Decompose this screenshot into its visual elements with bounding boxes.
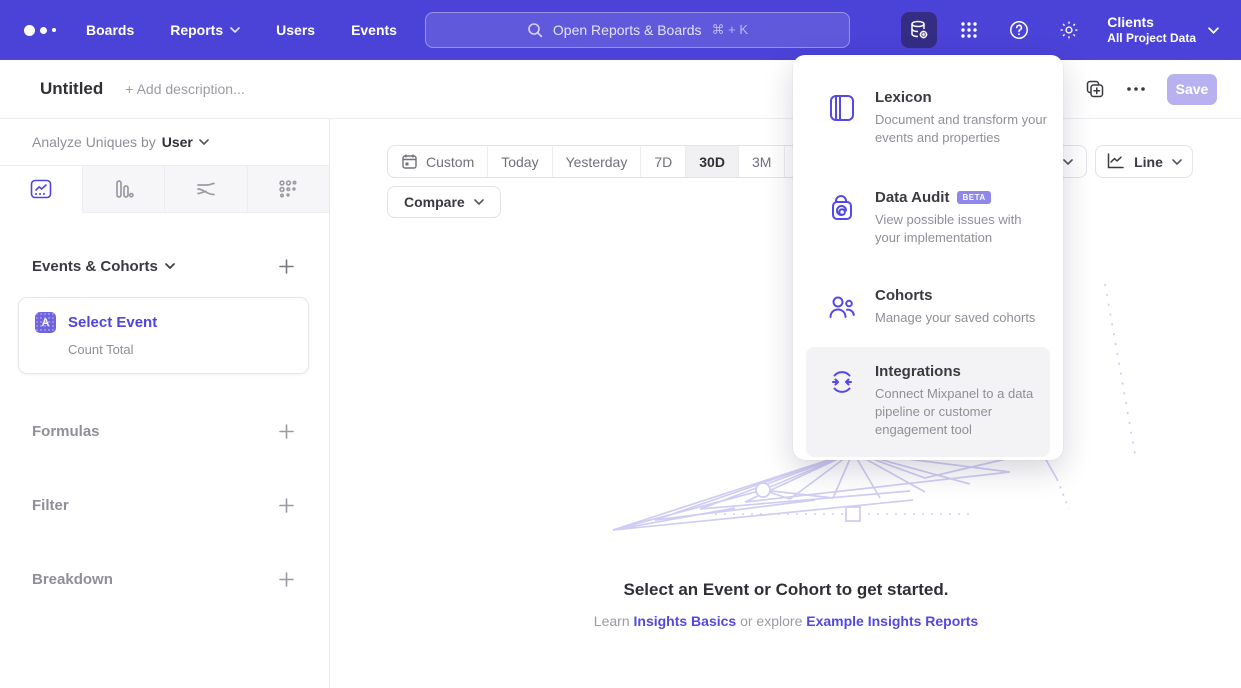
chevron-down-icon — [1208, 27, 1219, 34]
date-7d[interactable]: 7D — [641, 146, 686, 177]
report-description-placeholder[interactable]: + Add description... — [125, 81, 244, 97]
project-scope: All Project Data — [1107, 31, 1196, 46]
chart-area: Custom Today Yesterday 7D 30D 3M 6M Comp… — [331, 119, 1241, 688]
search-icon — [527, 22, 543, 38]
empty-state-title: Select an Event or Cohort to get started… — [331, 580, 1241, 600]
menu-item-cohorts[interactable]: Cohorts Manage your saved cohorts — [806, 279, 1050, 335]
question-circle-icon — [1008, 19, 1030, 41]
cohorts-people-icon — [809, 287, 875, 322]
top-navbar: Boards Reports Users Events Open Reports… — [0, 0, 1241, 60]
data-management-menu: Lexicon Document and transform your even… — [793, 55, 1063, 460]
date-custom[interactable]: Custom — [388, 146, 488, 177]
search-placeholder: Open Reports & Boards — [553, 22, 702, 38]
flows-icon — [193, 177, 219, 201]
filter-label: Filter — [32, 497, 69, 514]
grid-dots-icon — [959, 20, 979, 40]
beta-badge: BETA — [957, 191, 990, 204]
add-breakdown-button[interactable] — [275, 568, 297, 590]
insights-basics-link[interactable]: Insights Basics — [634, 613, 737, 629]
line-style-icon — [1106, 153, 1125, 170]
tab-bar-chart[interactable] — [83, 166, 166, 213]
formulas-label: Formulas — [32, 423, 100, 440]
help-button[interactable] — [1001, 12, 1037, 48]
analyze-row: Analyze Uniques by User — [0, 119, 329, 166]
date-3m[interactable]: 3M — [739, 146, 785, 177]
nav-events[interactable]: Events — [351, 22, 397, 38]
project-name: Clients — [1107, 14, 1196, 32]
breakdown-section: Breakdown — [0, 568, 329, 590]
apps-grid-button[interactable] — [951, 12, 987, 48]
event-series-badge: A — [35, 312, 56, 333]
menu-item-integrations[interactable]: Integrations Connect Mixpanel to a data … — [806, 347, 1050, 457]
gear-icon — [1058, 19, 1080, 41]
duplicate-icon — [1085, 79, 1105, 99]
mixpanel-logo[interactable] — [24, 0, 56, 60]
date-range-control: Custom Today Yesterday 7D 30D 3M 6M — [387, 145, 832, 178]
select-event-label[interactable]: Select Event — [68, 314, 157, 331]
more-options-icon — [1127, 87, 1145, 91]
chevron-down-icon — [230, 27, 240, 33]
data-management-button[interactable] — [901, 12, 937, 48]
add-event-button[interactable] — [275, 255, 297, 277]
plus-icon — [279, 424, 294, 439]
tab-flows[interactable] — [165, 166, 248, 213]
plus-icon — [279, 572, 294, 587]
breakdown-label: Breakdown — [32, 571, 113, 588]
events-cohorts-dropdown[interactable]: Events & Cohorts — [32, 258, 175, 275]
empty-state-subtitle: Learn Insights Basics or explore Example… — [331, 613, 1241, 629]
integrations-sync-icon — [809, 363, 875, 398]
tab-retention[interactable] — [248, 166, 330, 213]
analyze-by-dropdown[interactable]: User — [162, 134, 209, 150]
date-today[interactable]: Today — [488, 146, 552, 177]
menu-item-lexicon[interactable]: Lexicon Document and transform your even… — [806, 81, 1050, 155]
chart-type-tabs — [0, 166, 329, 213]
analyze-label: Analyze Uniques by — [32, 134, 156, 150]
chevron-down-icon — [1172, 159, 1182, 165]
search-shortcut: ⌘ + K — [712, 22, 749, 38]
duplicate-button[interactable] — [1085, 79, 1105, 99]
chevron-down-icon — [474, 199, 484, 205]
project-selector[interactable]: Clients All Project Data — [1107, 14, 1219, 47]
query-builder-sidebar: Analyze Uniques by User — [0, 119, 330, 688]
filter-section: Filter — [0, 494, 329, 516]
tab-insights-line[interactable] — [0, 166, 83, 213]
plus-icon — [279, 498, 294, 513]
chevron-down-icon — [1063, 159, 1073, 165]
add-formula-button[interactable] — [275, 420, 297, 442]
formulas-section: Formulas — [0, 420, 329, 442]
event-aggregation[interactable]: Count Total — [68, 342, 292, 357]
dots-grid-icon — [276, 177, 300, 201]
example-insights-reports-link[interactable]: Example Insights Reports — [806, 613, 978, 629]
settings-button[interactable] — [1051, 12, 1087, 48]
data-audit-icon — [809, 189, 875, 224]
date-30d[interactable]: 30D — [686, 146, 739, 177]
lexicon-book-icon — [809, 89, 875, 124]
chevron-down-icon — [165, 263, 175, 269]
calendar-icon — [401, 153, 418, 170]
global-search-input[interactable]: Open Reports & Boards ⌘ + K — [425, 12, 850, 48]
line-chart-icon — [29, 177, 53, 201]
database-gear-icon — [908, 19, 930, 41]
bar-chart-icon — [111, 177, 135, 201]
date-yesterday[interactable]: Yesterday — [553, 146, 642, 177]
add-filter-button[interactable] — [275, 494, 297, 516]
menu-item-data-audit[interactable]: Data Audit BETA View possible issues wit… — [806, 181, 1050, 255]
events-cohorts-header: Events & Cohorts — [0, 255, 329, 277]
nav-users[interactable]: Users — [276, 22, 315, 38]
chevron-down-icon — [199, 139, 209, 145]
save-button[interactable]: Save — [1167, 74, 1217, 105]
report-title[interactable]: Untitled — [40, 79, 103, 99]
nav-boards[interactable]: Boards — [86, 22, 134, 38]
compare-dropdown[interactable]: Compare — [387, 186, 501, 218]
plus-icon — [279, 259, 294, 274]
event-card[interactable]: A Select Event Count Total — [18, 297, 309, 374]
more-options-button[interactable] — [1127, 87, 1145, 91]
nav-reports[interactable]: Reports — [170, 22, 240, 38]
chart-style-dropdown[interactable]: Line — [1095, 145, 1193, 178]
